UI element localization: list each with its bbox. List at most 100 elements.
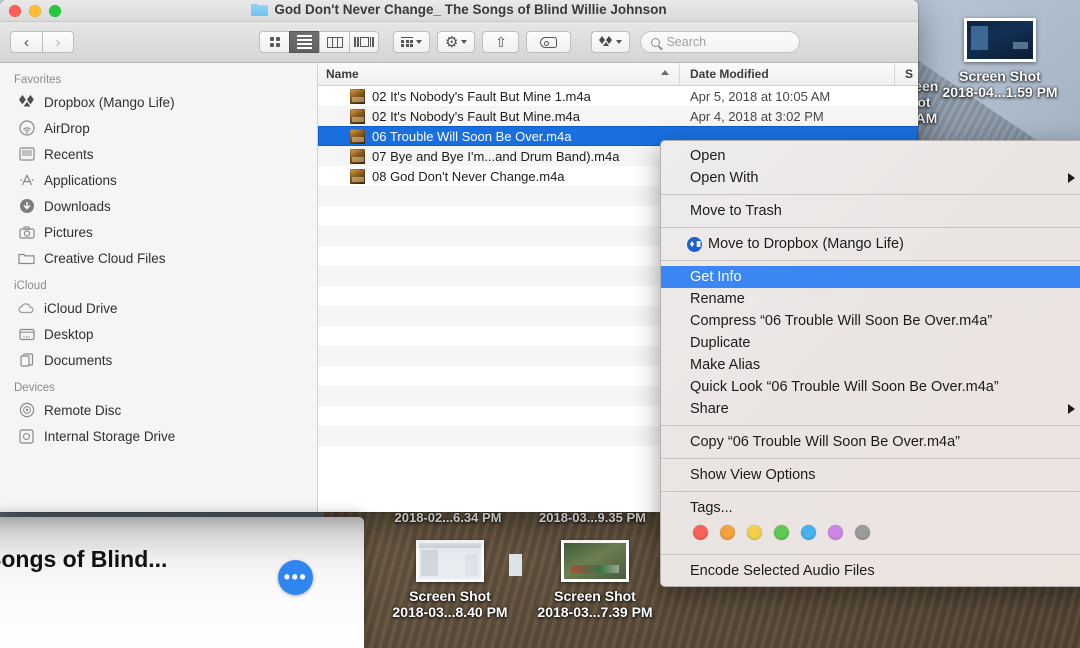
menu-item-label: Tags... — [690, 500, 733, 516]
column-header-size-label: S — [905, 67, 913, 81]
sidebar-item-creative-cloud-files[interactable]: Creative Cloud Files — [0, 245, 317, 271]
back-button[interactable]: ‹ — [10, 31, 42, 53]
file-name-text: 07 Bye and Bye I'm...and Drum Band).m4a — [372, 149, 619, 164]
forward-button[interactable]: › — [42, 31, 74, 53]
sidebar-item-airdrop[interactable]: AirDrop — [0, 115, 317, 141]
sidebar-item-label: Pictures — [44, 225, 93, 240]
menu-item-move-to-trash[interactable]: Move to Trash — [661, 200, 1080, 222]
menu-item-copy[interactable]: Copy “06 Trouble Will Soon Be Over.m4a” — [661, 431, 1080, 453]
file-name-cell: 07 Bye and Bye I'm...and Drum Band).m4a — [318, 149, 680, 164]
tag-color-purple[interactable] — [828, 525, 843, 540]
menu-item-show-view-options[interactable]: Show View Options — [661, 464, 1080, 486]
sidebar-item-pictures[interactable]: Pictures — [0, 219, 317, 245]
desktop-icon-screenshot-1[interactable]: Screen Shot 2018-04...1.59 PM — [930, 18, 1070, 100]
search-placeholder: Search — [666, 35, 706, 49]
menu-item-label: Rename — [690, 291, 745, 307]
list-view-button[interactable] — [289, 31, 319, 53]
sidebar-item-applications[interactable]: Applications — [0, 167, 317, 193]
file-name-cell: 06 Trouble Will Soon Be Over.m4a — [318, 129, 680, 144]
tag-icon — [540, 37, 557, 48]
table-row[interactable]: 02 It's Nobody's Fault But Mine.m4a Apr … — [318, 106, 918, 126]
gear-icon: ⚙ — [445, 35, 458, 50]
sidebar-section-devices: Devices — [0, 379, 317, 397]
submenu-arrow-icon — [1068, 173, 1075, 183]
tag-color-red[interactable] — [693, 525, 708, 540]
sidebar-item-remote-disc[interactable]: Remote Disc — [0, 397, 317, 423]
album-art-icon — [350, 109, 365, 124]
menu-item-make-alias[interactable]: Make Alias — [661, 354, 1080, 376]
file-name-cell: 02 It's Nobody's Fault But Mine.m4a — [318, 109, 680, 124]
dropbox-button[interactable] — [591, 31, 630, 53]
desktop-icon-label-line2: 2018-03...8.40 PM — [385, 604, 515, 620]
menu-item-share[interactable]: Share — [661, 398, 1080, 420]
more-options-button[interactable]: ••• — [278, 560, 313, 595]
menu-item-label: Duplicate — [690, 335, 750, 351]
tag-color-blue[interactable] — [801, 525, 816, 540]
arrange-icon — [401, 37, 413, 48]
menu-separator — [661, 194, 1080, 195]
desktop-icon-label-line1: Screen Shot — [530, 588, 660, 604]
downloads-icon — [18, 198, 35, 215]
sidebar-item-label: Documents — [44, 353, 112, 368]
sidebar-item-downloads[interactable]: Downloads — [0, 193, 317, 219]
background-window-title: Songs of Blind... — [0, 546, 167, 573]
desktop-icon-label-line2: 2018-03...7.39 PM — [530, 604, 660, 620]
column-header-date-modified[interactable]: Date Modified — [680, 63, 895, 85]
applications-icon — [18, 172, 35, 189]
table-row[interactable]: 02 It's Nobody's Fault But Mine 1.m4a Ap… — [318, 86, 918, 106]
menu-item-label: Copy “06 Trouble Will Soon Be Over.m4a” — [690, 434, 960, 450]
tag-color-green[interactable] — [774, 525, 789, 540]
columns-icon — [327, 37, 343, 48]
column-header-size[interactable]: S — [895, 63, 918, 85]
menu-item-move-to-dropbox[interactable]: Move to Dropbox (Mango Life) — [661, 233, 1080, 255]
sidebar-item-label: AirDrop — [44, 121, 90, 136]
menu-item-tags[interactable]: Tags... — [661, 497, 1080, 519]
chevron-down-icon — [416, 40, 422, 44]
sidebar-item-desktop[interactable]: Desktop — [0, 321, 317, 347]
sidebar-item-label: Dropbox (Mango Life) — [44, 95, 175, 110]
desktop-icon-screenshot-3[interactable]: Screen Shot 2018-03...7.39 PM — [530, 540, 660, 620]
icon-view-button[interactable] — [259, 31, 289, 53]
arrange-button[interactable] — [393, 31, 430, 53]
edit-tags-button[interactable] — [526, 31, 571, 53]
column-header-date-label: Date Modified — [690, 67, 769, 81]
menu-item-encode-selected-audio-files[interactable]: Encode Selected Audio Files — [661, 560, 1080, 582]
tag-color-yellow[interactable] — [747, 525, 762, 540]
action-menu-button[interactable]: ⚙ — [437, 31, 475, 53]
menu-item-quick-look[interactable]: Quick Look “06 Trouble Will Soon Be Over… — [661, 376, 1080, 398]
date-modified-cell: Apr 5, 2018 at 10:05 AM — [680, 89, 895, 104]
sidebar-item-documents[interactable]: Documents — [0, 347, 317, 373]
desktop-icon-screenshot-2[interactable]: Screen Shot 2018-03...8.40 PM — [385, 540, 515, 620]
column-view-button[interactable] — [319, 31, 349, 53]
menu-item-label: Quick Look “06 Trouble Will Soon Be Over… — [690, 379, 999, 395]
sidebar-item-recents[interactable]: Recents — [0, 141, 317, 167]
menu-item-label: Encode Selected Audio Files — [690, 563, 875, 579]
tag-color-gray[interactable] — [855, 525, 870, 540]
dropbox-icon — [18, 94, 35, 111]
share-button[interactable]: ⇧ — [482, 31, 519, 53]
menu-item-open[interactable]: Open — [661, 145, 1080, 167]
desktop-label-top-left: 2018-02...6.34 PM — [378, 510, 518, 526]
menu-item-rename[interactable]: Rename — [661, 288, 1080, 310]
window-titlebar[interactable]: God Don't Never Change_ The Songs of Bli… — [0, 0, 918, 22]
search-field[interactable]: Search — [640, 31, 800, 53]
sidebar-item-dropbox[interactable]: Dropbox (Mango Life) — [0, 89, 317, 115]
view-mode-segmented-control — [259, 31, 379, 53]
menu-item-get-info[interactable]: Get Info — [661, 266, 1080, 288]
column-header-name[interactable]: Name — [318, 63, 680, 85]
sidebar-item-label: Creative Cloud Files — [44, 251, 166, 266]
menu-separator — [661, 227, 1080, 228]
menu-item-duplicate[interactable]: Duplicate — [661, 332, 1080, 354]
menu-item-compress[interactable]: Compress “06 Trouble Will Soon Be Over.m… — [661, 310, 1080, 332]
sidebar-item-icloud-drive[interactable]: iCloud Drive — [0, 295, 317, 321]
documents-icon — [18, 352, 35, 369]
menu-item-label: Make Alias — [690, 357, 760, 373]
album-art-icon — [350, 89, 365, 104]
album-art-icon — [350, 129, 365, 144]
menu-separator — [661, 554, 1080, 555]
menu-item-open-with[interactable]: Open With — [661, 167, 1080, 189]
tag-color-orange[interactable] — [720, 525, 735, 540]
gallery-view-button[interactable] — [349, 31, 379, 53]
sidebar-item-internal-storage-drive[interactable]: Internal Storage Drive — [0, 423, 317, 449]
list-icon — [297, 35, 312, 49]
